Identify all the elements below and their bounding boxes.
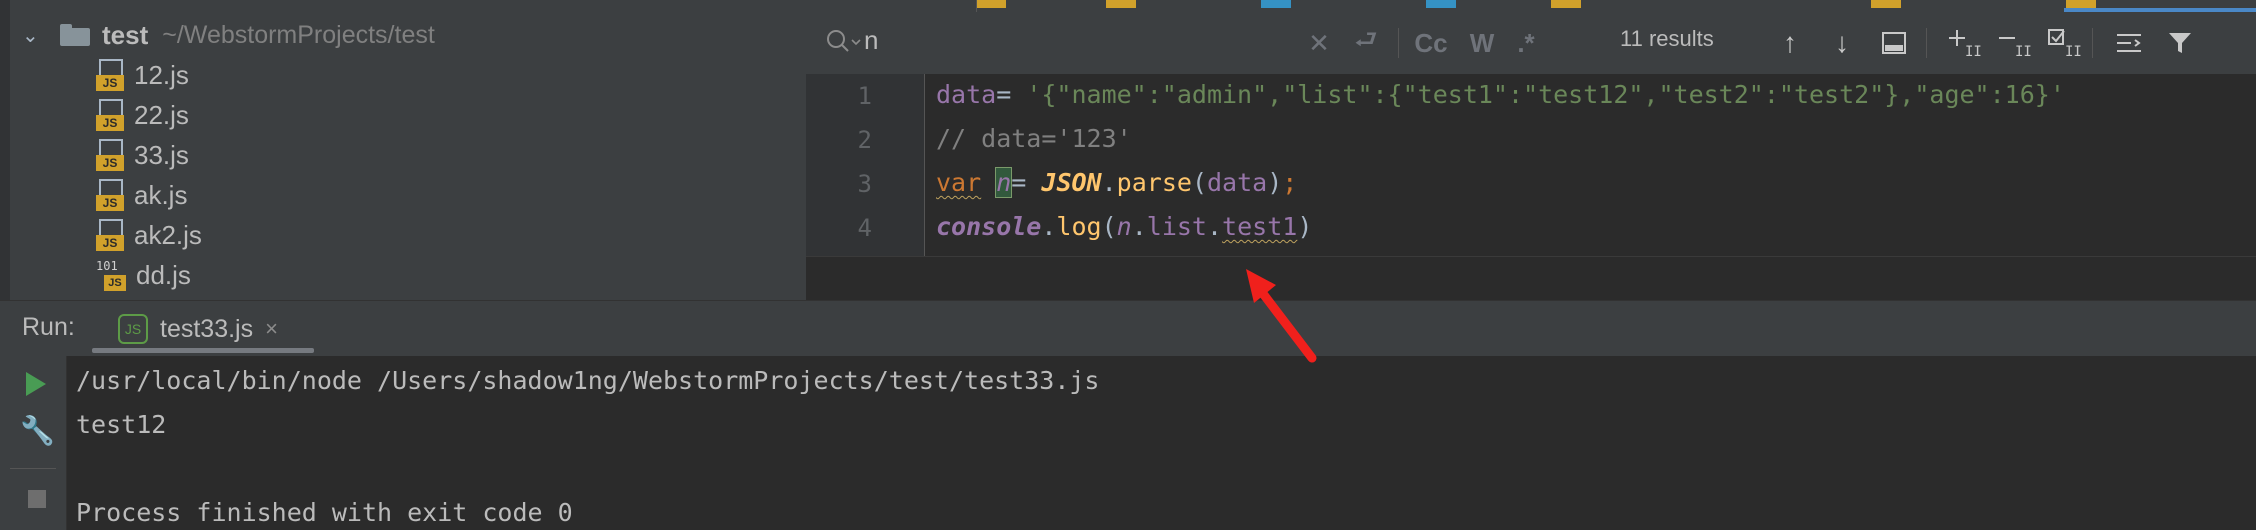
- tab-file-icon[interactable]: [1106, 0, 1136, 8]
- js-file-icon: JS: [96, 59, 124, 91]
- nodejs-icon: JS: [118, 314, 148, 344]
- toolbar-separator: [10, 468, 56, 469]
- console-line: Process finished with exit code 0: [76, 498, 573, 527]
- run-console[interactable]: 🔧 /usr/local/bin/node /Users/shadow1ng/W…: [0, 356, 2256, 530]
- binary-js-file-icon: 101 JS: [96, 259, 126, 291]
- next-occurrence-icon[interactable]: ↓: [1822, 22, 1862, 64]
- editor-empty-area: [806, 256, 2256, 301]
- stop-icon[interactable]: [28, 490, 46, 508]
- root-folder-name: test: [102, 19, 149, 50]
- run-label: Run:: [22, 313, 75, 341]
- tree-file-ak2js[interactable]: JS ak2.js: [96, 215, 202, 255]
- show-filter-popup-icon[interactable]: [2110, 22, 2150, 64]
- tab-file-icon[interactable]: [976, 0, 1006, 8]
- filter-icon[interactable]: [2160, 22, 2200, 64]
- new-line-icon[interactable]: ⮐: [1346, 22, 1386, 64]
- remove-occurrence-icon[interactable]: II: [1994, 22, 2034, 64]
- editor-tab-strip: [806, 0, 2256, 12]
- find-bar: ✕ ⮐ Cc W .* 11 results ↑ ↓ II II II: [806, 12, 2256, 75]
- tab-divider: [976, 0, 977, 12]
- code-editor[interactable]: 1 2 3 4 data= '{"name":"admin","list":{"…: [806, 74, 2256, 256]
- console-line: /usr/local/bin/node /Users/shadow1ng/Web…: [76, 366, 1100, 395]
- svg-text:II: II: [1965, 44, 1981, 58]
- active-run-tab-indicator: [92, 348, 314, 353]
- run-tab-name: test33.js: [160, 314, 254, 343]
- root-folder-path: ~/WebstormProjects/test: [162, 20, 435, 49]
- svg-text:II: II: [2015, 44, 2031, 58]
- search-input[interactable]: [862, 24, 1266, 57]
- project-tree: ⌄ test ~/WebstormProjects/test JS 12.js …: [0, 0, 806, 300]
- folder-icon: [60, 24, 90, 46]
- file-name: ak2.js: [134, 219, 202, 250]
- annotation-arrow-icon: [1246, 269, 1317, 363]
- run-tool-window-header: Run: JS test33.js ×: [0, 300, 2256, 358]
- file-name: ak.js: [134, 179, 188, 210]
- file-name: dd.js: [136, 259, 191, 290]
- toolbar-separator: [2092, 28, 2093, 58]
- file-name: 12.js: [134, 59, 189, 90]
- run-toolbar: 🔧: [0, 356, 67, 530]
- regex-button[interactable]: .*: [1506, 22, 1546, 64]
- js-file-icon: JS: [96, 219, 124, 251]
- toolbar-separator: [1926, 28, 1927, 58]
- line-number: 3: [857, 170, 872, 198]
- whole-words-button[interactable]: W: [1462, 22, 1502, 64]
- code-line-3[interactable]: var n= JSON.parse(data);: [936, 167, 1297, 198]
- js-file-icon: JS: [96, 179, 124, 211]
- js-file-icon: JS: [96, 139, 124, 171]
- tree-file-akjs[interactable]: JS ak.js: [96, 175, 187, 215]
- rerun-icon[interactable]: [26, 372, 46, 396]
- find-in-window-icon[interactable]: [1874, 22, 1914, 64]
- svg-text:II: II: [2065, 44, 2081, 58]
- tab-file-icon[interactable]: [1551, 0, 1581, 8]
- tree-root-row[interactable]: ⌄ test ~/WebstormProjects/test: [22, 18, 435, 52]
- tree-file-12js[interactable]: JS 12.js: [96, 55, 189, 95]
- code-line-2[interactable]: // data='123': [936, 124, 1132, 153]
- highlighted-search-match: n: [995, 167, 1013, 198]
- search-icon[interactable]: [824, 26, 862, 56]
- chevron-down-icon[interactable]: ⌄: [22, 23, 42, 48]
- tab-file-icon[interactable]: [2066, 0, 2096, 8]
- clear-search-icon[interactable]: ✕: [1302, 22, 1336, 64]
- file-name: 22.js: [134, 99, 189, 130]
- search-results-count: 11 results: [1620, 26, 1714, 51]
- console-line: test12: [76, 410, 167, 439]
- previous-occurrence-icon[interactable]: ↑: [1770, 22, 1810, 64]
- select-all-occurrences-icon[interactable]: II: [2044, 22, 2084, 64]
- line-number: 2: [857, 126, 872, 154]
- close-icon[interactable]: ×: [265, 316, 278, 342]
- line-number: 1: [857, 82, 872, 110]
- code-line-4[interactable]: console.log(n.list.test1): [936, 212, 1312, 241]
- tree-file-22js[interactable]: JS 22.js: [96, 95, 189, 135]
- code-line-1[interactable]: data= '{"name":"admin","list":{"test1":"…: [936, 80, 2065, 109]
- gutter-separator: [924, 74, 925, 256]
- add-occurrence-icon[interactable]: II: [1944, 22, 1984, 64]
- tree-file-33js[interactable]: JS 33.js: [96, 135, 189, 175]
- match-case-button[interactable]: Cc: [1406, 22, 1456, 64]
- tab-file-icon[interactable]: [1871, 0, 1901, 8]
- tab-file-icon[interactable]: [1426, 0, 1456, 8]
- unresolved-property: test1: [1222, 212, 1298, 241]
- line-number: 4: [857, 214, 872, 242]
- wrench-icon[interactable]: 🔧: [20, 414, 55, 447]
- tool-window-stripe: [0, 0, 10, 300]
- js-file-icon: JS: [96, 99, 124, 131]
- toolbar-separator: [1398, 28, 1399, 58]
- find-field[interactable]: [824, 24, 1266, 57]
- tab-file-icon[interactable]: [1261, 0, 1291, 8]
- tree-file-ddjs[interactable]: 101 JS dd.js: [96, 255, 191, 295]
- file-name: 33.js: [134, 139, 189, 170]
